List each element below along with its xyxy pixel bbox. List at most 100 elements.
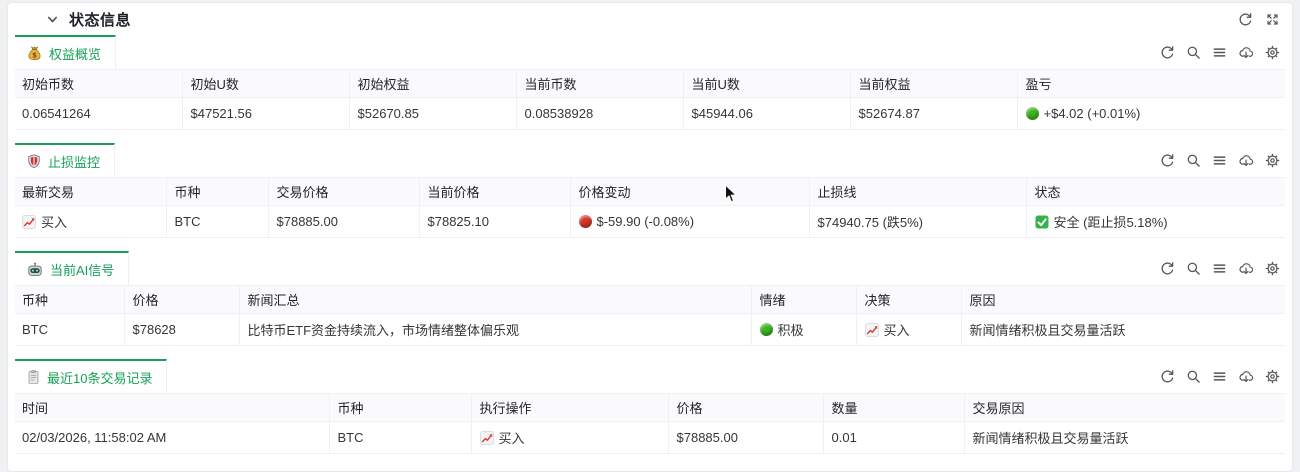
- tab-label: 止损监控: [48, 152, 100, 171]
- column-header: 价格: [668, 394, 823, 422]
- red-dot-icon: [579, 215, 592, 228]
- cell-latest-trade: 买入: [15, 206, 166, 238]
- column-header: 状态: [1026, 178, 1285, 206]
- panel-toolbar: [1160, 35, 1285, 69]
- table-header-row: 最新交易 币种 交易价格 当前价格 价格变动 止损线 状态: [15, 178, 1285, 206]
- cell-price-change: $-59.90 (-0.08%): [570, 206, 809, 238]
- panel-toolbar: [1160, 359, 1285, 393]
- cell-quantity: 0.01: [823, 422, 964, 454]
- action-text: 买入: [499, 428, 525, 447]
- settings-icon[interactable]: [1265, 45, 1280, 60]
- chevron-down-icon[interactable]: [45, 12, 60, 27]
- refresh-icon[interactable]: [1160, 153, 1175, 168]
- cell-initial-equity: $52670.85: [349, 98, 516, 130]
- cell-decision: 买入: [856, 314, 961, 346]
- search-icon[interactable]: [1186, 261, 1201, 276]
- column-header: 执行操作: [471, 394, 668, 422]
- column-header: 当前价格: [419, 178, 570, 206]
- refresh-icon[interactable]: [1160, 369, 1175, 384]
- cell-current-u: $45944.06: [683, 98, 850, 130]
- sentiment-text: 积极: [778, 320, 804, 339]
- chart-up-icon: [480, 431, 494, 445]
- column-header: 盈亏: [1017, 70, 1285, 98]
- ai-signal-table: 币种 价格 新闻汇总 情绪 决策 原因 BTC $78628 比特币ETF资金持…: [15, 285, 1285, 346]
- column-header: 价格变动: [570, 178, 809, 206]
- recent-trades-table: 时间 币种 执行操作 价格 数量 交易原因 02/03/2026, 11:58:…: [15, 393, 1285, 454]
- cell-pnl: +$4.02 (+0.01%): [1017, 98, 1285, 130]
- green-dot-icon: [760, 323, 773, 336]
- cell-reason: 新闻情绪积极且交易量活跃: [961, 314, 1285, 346]
- tab-recent-trades[interactable]: 最近10条交易记录: [15, 359, 167, 393]
- column-header: 当前权益: [850, 70, 1017, 98]
- check-icon: [1035, 215, 1049, 229]
- table-row: 0.06541264 $47521.56 $52670.85 0.0853892…: [15, 98, 1285, 130]
- table-row: BTC $78628 比特币ETF资金持续流入，市场情绪整体偏乐观 积极 买入 …: [15, 314, 1285, 346]
- column-header: 止损线: [809, 178, 1026, 206]
- page-title: 状态信息: [69, 9, 131, 30]
- column-header: 币种: [15, 286, 124, 314]
- search-icon[interactable]: [1186, 45, 1201, 60]
- column-header: 当前U数: [683, 70, 850, 98]
- column-header: 初始权益: [349, 70, 516, 98]
- tab-stop-loss[interactable]: 止损监控: [15, 143, 115, 177]
- table-row: 02/03/2026, 11:58:02 AM BTC 买入 $78885.00…: [15, 422, 1285, 454]
- column-header: 情绪: [751, 286, 856, 314]
- table-header-row: 币种 价格 新闻汇总 情绪 决策 原因: [15, 286, 1285, 314]
- column-header: 时间: [15, 394, 329, 422]
- cloud-download-icon[interactable]: [1238, 369, 1254, 384]
- cell-current-price: $78825.10: [419, 206, 570, 238]
- tab-row: 最近10条交易记录: [15, 359, 1285, 393]
- refresh-icon[interactable]: [1160, 45, 1175, 60]
- cell-trade-price: $78885.00: [268, 206, 419, 238]
- cell-status: 安全 (距止损5.18%): [1026, 206, 1285, 238]
- tab-label: 最近10条交易记录: [47, 368, 152, 387]
- tab-ai-signal[interactable]: 当前AI信号: [15, 251, 129, 285]
- cell-price: $78628: [124, 314, 239, 346]
- cloud-download-icon[interactable]: [1238, 261, 1254, 276]
- tab-equity-overview[interactable]: 权益概览: [15, 35, 116, 69]
- search-icon[interactable]: [1186, 369, 1201, 384]
- column-header: 数量: [823, 394, 964, 422]
- refresh-icon[interactable]: [1238, 12, 1253, 27]
- latest-trade-text: 买入: [41, 212, 67, 231]
- panel-toolbar: [1160, 251, 1285, 285]
- column-header: 最新交易: [15, 178, 166, 206]
- search-icon[interactable]: [1186, 153, 1201, 168]
- column-header: 币种: [329, 394, 471, 422]
- menu-icon[interactable]: [1212, 45, 1227, 60]
- expand-icon[interactable]: [1265, 12, 1280, 27]
- settings-icon[interactable]: [1265, 153, 1280, 168]
- column-header: 价格: [124, 286, 239, 314]
- settings-icon[interactable]: [1265, 369, 1280, 384]
- tab-row: 权益概览: [15, 35, 1285, 69]
- robot-icon: [27, 262, 43, 277]
- menu-icon[interactable]: [1212, 369, 1227, 384]
- cell-stop-line: $74940.75 (跌5%): [809, 206, 1026, 238]
- cell-initial-coin: 0.06541264: [15, 98, 182, 130]
- refresh-icon[interactable]: [1160, 261, 1175, 276]
- panel-recent-trades: 最近10条交易记录 时间 币种 执行操作 价格 数量 交易原因 02/03/20: [15, 359, 1285, 454]
- settings-icon[interactable]: [1265, 261, 1280, 276]
- cloud-download-icon[interactable]: [1238, 153, 1254, 168]
- cell-sentiment: 积极: [751, 314, 856, 346]
- decision-text: 买入: [884, 320, 910, 339]
- cloud-download-icon[interactable]: [1238, 45, 1254, 60]
- column-header: 初始U数: [182, 70, 349, 98]
- menu-icon[interactable]: [1212, 261, 1227, 276]
- tab-row: 止损监控: [15, 143, 1285, 177]
- tab-label: 权益概览: [49, 44, 101, 63]
- cell-symbol: BTC: [329, 422, 471, 454]
- equity-table: 初始币数 初始U数 初始权益 当前币数 当前U数 当前权益 盈亏 0.06541…: [15, 69, 1285, 130]
- price-change-text: $-59.90 (-0.08%): [597, 214, 695, 229]
- chart-up-icon: [865, 323, 879, 337]
- status-text: 安全 (距止损5.18%): [1054, 212, 1168, 231]
- column-header: 原因: [961, 286, 1285, 314]
- column-header: 新闻汇总: [239, 286, 751, 314]
- table-row: 买入 BTC $78885.00 $78825.10 $-59.90 (-0.0…: [15, 206, 1285, 238]
- money-bag-icon: [27, 45, 42, 61]
- menu-icon[interactable]: [1212, 153, 1227, 168]
- column-header: 币种: [166, 178, 268, 206]
- cell-initial-u: $47521.56: [182, 98, 349, 130]
- column-header: 交易价格: [268, 178, 419, 206]
- shield-icon: [27, 153, 41, 169]
